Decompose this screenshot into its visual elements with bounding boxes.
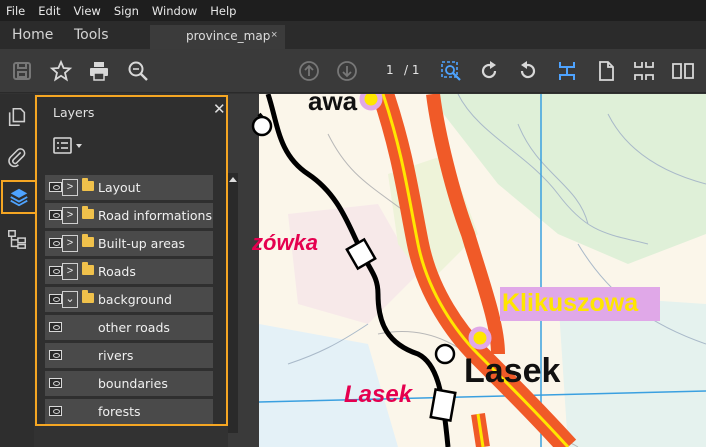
layer-label: boundaries	[98, 376, 168, 391]
map-label-klikuszowa: Klikuszowa	[502, 289, 639, 317]
map-label-lasek-red: Lasek	[344, 381, 413, 408]
layers-panel-title: Layers	[53, 105, 95, 120]
menu-window[interactable]: Window	[152, 4, 197, 18]
tab-document[interactable]: province_map ×	[150, 25, 285, 49]
marquee-zoom-icon[interactable]	[439, 59, 463, 83]
single-page-icon[interactable]	[594, 59, 618, 83]
layer-row-built-up-areas[interactable]: > Built-up areas	[45, 230, 213, 258]
expand-chevron-icon[interactable]: >	[62, 235, 78, 252]
layer-row-forests[interactable]: forests	[45, 398, 213, 426]
map-label-left-partial: zówka	[252, 230, 319, 255]
document-tab-title: province_map	[186, 29, 271, 43]
layer-row-roads[interactable]: > Roads	[45, 258, 213, 286]
layer-label: Road informations	[98, 208, 212, 223]
visibility-eye-icon[interactable]	[49, 210, 62, 220]
layer-label: forests	[98, 404, 141, 419]
visibility-eye-icon[interactable]	[49, 266, 62, 276]
menu-edit[interactable]: Edit	[38, 4, 60, 18]
save-icon[interactable]	[10, 59, 34, 83]
next-page-icon[interactable]	[335, 59, 359, 83]
layer-label: Built-up areas	[98, 236, 186, 251]
collapse-chevron-icon[interactable]: ⌄	[62, 291, 78, 308]
layers-icon[interactable]	[1, 180, 37, 214]
layer-label: Roads	[98, 264, 136, 279]
print-icon[interactable]	[87, 59, 111, 83]
menu-file[interactable]: File	[6, 4, 25, 18]
tab-home[interactable]: Home	[12, 27, 53, 43]
layer-options-icon[interactable]	[53, 137, 87, 160]
visibility-eye-icon[interactable]	[49, 378, 62, 388]
expand-chevron-icon[interactable]: >	[62, 179, 78, 196]
menu-sign[interactable]: Sign	[114, 4, 139, 18]
layer-row-road-informations[interactable]: > Road informations	[45, 202, 213, 230]
folder-icon	[82, 290, 94, 303]
visibility-eye-icon[interactable]	[49, 182, 62, 192]
fit-page-icon[interactable]	[555, 59, 579, 83]
attachments-icon[interactable]	[6, 146, 30, 170]
visibility-eye-icon[interactable]	[49, 350, 62, 360]
map-label-top-partial: awa	[308, 94, 358, 116]
layer-row-other-roads[interactable]: other roads	[45, 314, 213, 342]
scroll-pages-icon[interactable]	[632, 59, 656, 83]
expand-chevron-icon[interactable]: >	[62, 207, 78, 224]
page-total: / 1	[404, 63, 420, 77]
layer-row-boundaries[interactable]: boundaries	[45, 370, 213, 398]
visibility-eye-icon[interactable]	[49, 294, 62, 304]
document-map-view[interactable]: awa zówka Klikuszowa Lasek Lasek	[228, 94, 706, 447]
folder-icon	[82, 234, 94, 247]
menu-help[interactable]: Help	[210, 4, 236, 18]
visibility-eye-icon[interactable]	[49, 238, 62, 248]
layer-label: background	[98, 292, 172, 307]
folder-icon	[82, 178, 94, 191]
left-rail	[0, 94, 37, 447]
menu-view[interactable]: View	[74, 4, 101, 18]
close-icon[interactable]: ✕	[213, 100, 226, 118]
layers-panel: Layers ✕ > Layout > Road informations > …	[35, 95, 238, 433]
visibility-eye-icon[interactable]	[49, 322, 62, 332]
layer-label: rivers	[98, 348, 134, 363]
page-number-input[interactable]: 1	[386, 63, 394, 77]
layer-list: > Layout > Road informations > Built-up …	[45, 174, 213, 426]
close-tab-icon[interactable]: ×	[271, 29, 277, 41]
map-graphic	[251, 94, 706, 447]
rotate-clockwise-icon[interactable]	[477, 59, 501, 83]
expand-chevron-icon[interactable]: >	[62, 263, 78, 280]
page-thumbnails-icon[interactable]	[6, 106, 30, 130]
visibility-eye-icon[interactable]	[49, 406, 62, 416]
menu-bar: File Edit View Sign Window Help	[0, 0, 706, 21]
layers-scrollbar[interactable]	[228, 173, 238, 433]
tags-tree-icon[interactable]	[6, 228, 30, 252]
map-label-lasek: Lasek	[464, 352, 561, 390]
layer-row-rivers[interactable]: rivers	[45, 342, 213, 370]
layer-label: other roads	[98, 320, 170, 335]
rotate-counterclockwise-icon[interactable]	[516, 59, 540, 83]
layer-label: Layout	[98, 180, 141, 195]
star-icon[interactable]	[49, 59, 73, 83]
two-page-icon[interactable]	[671, 59, 695, 83]
zoom-search-icon[interactable]	[126, 59, 150, 83]
folder-icon	[82, 206, 94, 219]
tab-tools[interactable]: Tools	[74, 27, 109, 43]
previous-page-icon[interactable]	[297, 59, 321, 83]
folder-icon	[82, 262, 94, 275]
tab-bar: Home Tools province_map ×	[0, 21, 706, 49]
layer-row-layout[interactable]: > Layout	[45, 174, 213, 202]
toolbar: 1 / 1	[0, 49, 706, 93]
layer-row-background[interactable]: ⌄ background	[45, 286, 213, 314]
